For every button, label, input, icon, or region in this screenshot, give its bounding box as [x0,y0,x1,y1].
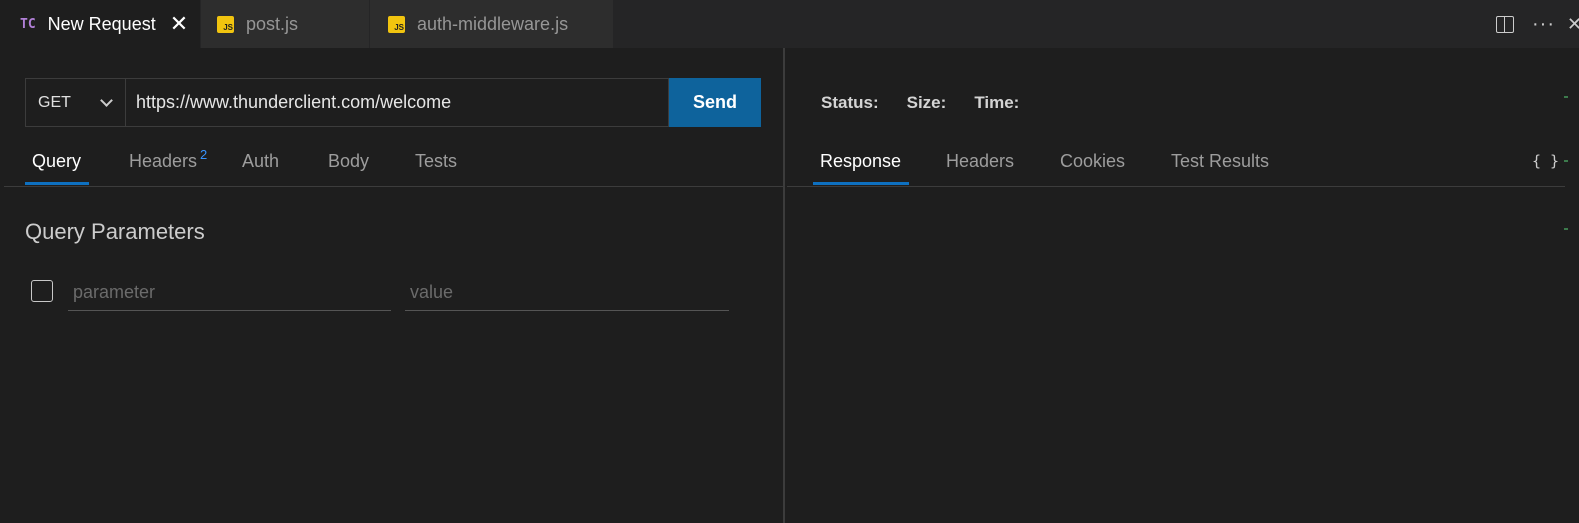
tab-test-results[interactable]: Test Results [1171,149,1269,185]
method-select[interactable]: GET [25,78,126,127]
tab-tests[interactable]: Tests [415,149,457,185]
thunder-client-icon: TC [20,16,36,32]
javascript-file-icon: JS [217,15,234,33]
parameter-value-input[interactable] [405,275,729,311]
tab-auth[interactable]: Auth [242,149,279,185]
tab-response-headers[interactable]: Headers [946,149,1014,185]
size-label: Size: [906,93,947,112]
split-editor-icon[interactable] [1496,15,1515,33]
headers-count-badge: 2 [200,147,208,162]
tab-headers-label: Headers [129,151,198,171]
url-input[interactable]: https://www.thunderclient.com/welcome [126,78,669,127]
request-bar: GET https://www.thunderclient.com/welcom… [25,78,761,127]
format-json-button[interactable]: { } [1532,152,1559,170]
chevron-down-icon [100,93,113,107]
tab-label: New Request [47,13,156,34]
scrollbar-marker [1564,160,1568,162]
scrollbar-marker [1564,228,1568,230]
pane-divider[interactable] [783,48,785,523]
time-label: Time: [974,93,1020,112]
javascript-file-icon: JS [388,15,405,33]
status-label: Status: [821,93,879,112]
tab-headers[interactable]: Headers 2 [129,147,208,185]
close-icon[interactable]: ✕ [170,13,188,35]
thunder-client-window: TC New Request ✕ JS post.js JS auth-midd… [0,0,1579,523]
tab-response[interactable]: Response [812,149,910,185]
editor-tab-bar: TC New Request ✕ JS post.js JS auth-midd… [0,0,1579,48]
close-icon[interactable]: ✕ [1567,14,1579,35]
tab-cookies[interactable]: Cookies [1060,149,1125,185]
tab-label: post.js [246,13,299,34]
param-enable-checkbox[interactable] [31,280,53,302]
response-tabs: Response Headers Cookies Test Results [787,149,1565,187]
scrollbar-marker [1564,96,1568,98]
query-parameters-title: Query Parameters [25,219,205,244]
method-value: GET [38,93,71,111]
request-tabs: Query Headers 2 Auth Body Tests [4,147,783,187]
tab-auth-middleware-js[interactable]: JS auth-middleware.js [370,0,613,48]
more-actions-icon[interactable]: ··· [1532,13,1555,36]
tab-post-js[interactable]: JS post.js [201,0,369,48]
tab-label: auth-middleware.js [417,13,569,34]
tab-new-request[interactable]: TC New Request ✕ [0,0,200,48]
parameter-name-input[interactable] [68,275,391,311]
tab-query[interactable]: Query [24,149,90,185]
editor-actions: ··· ✕ [1496,0,1579,48]
response-meta: Status: Size: Time: [821,93,1019,113]
tab-body[interactable]: Body [328,149,369,185]
send-button[interactable]: Send [669,78,761,127]
